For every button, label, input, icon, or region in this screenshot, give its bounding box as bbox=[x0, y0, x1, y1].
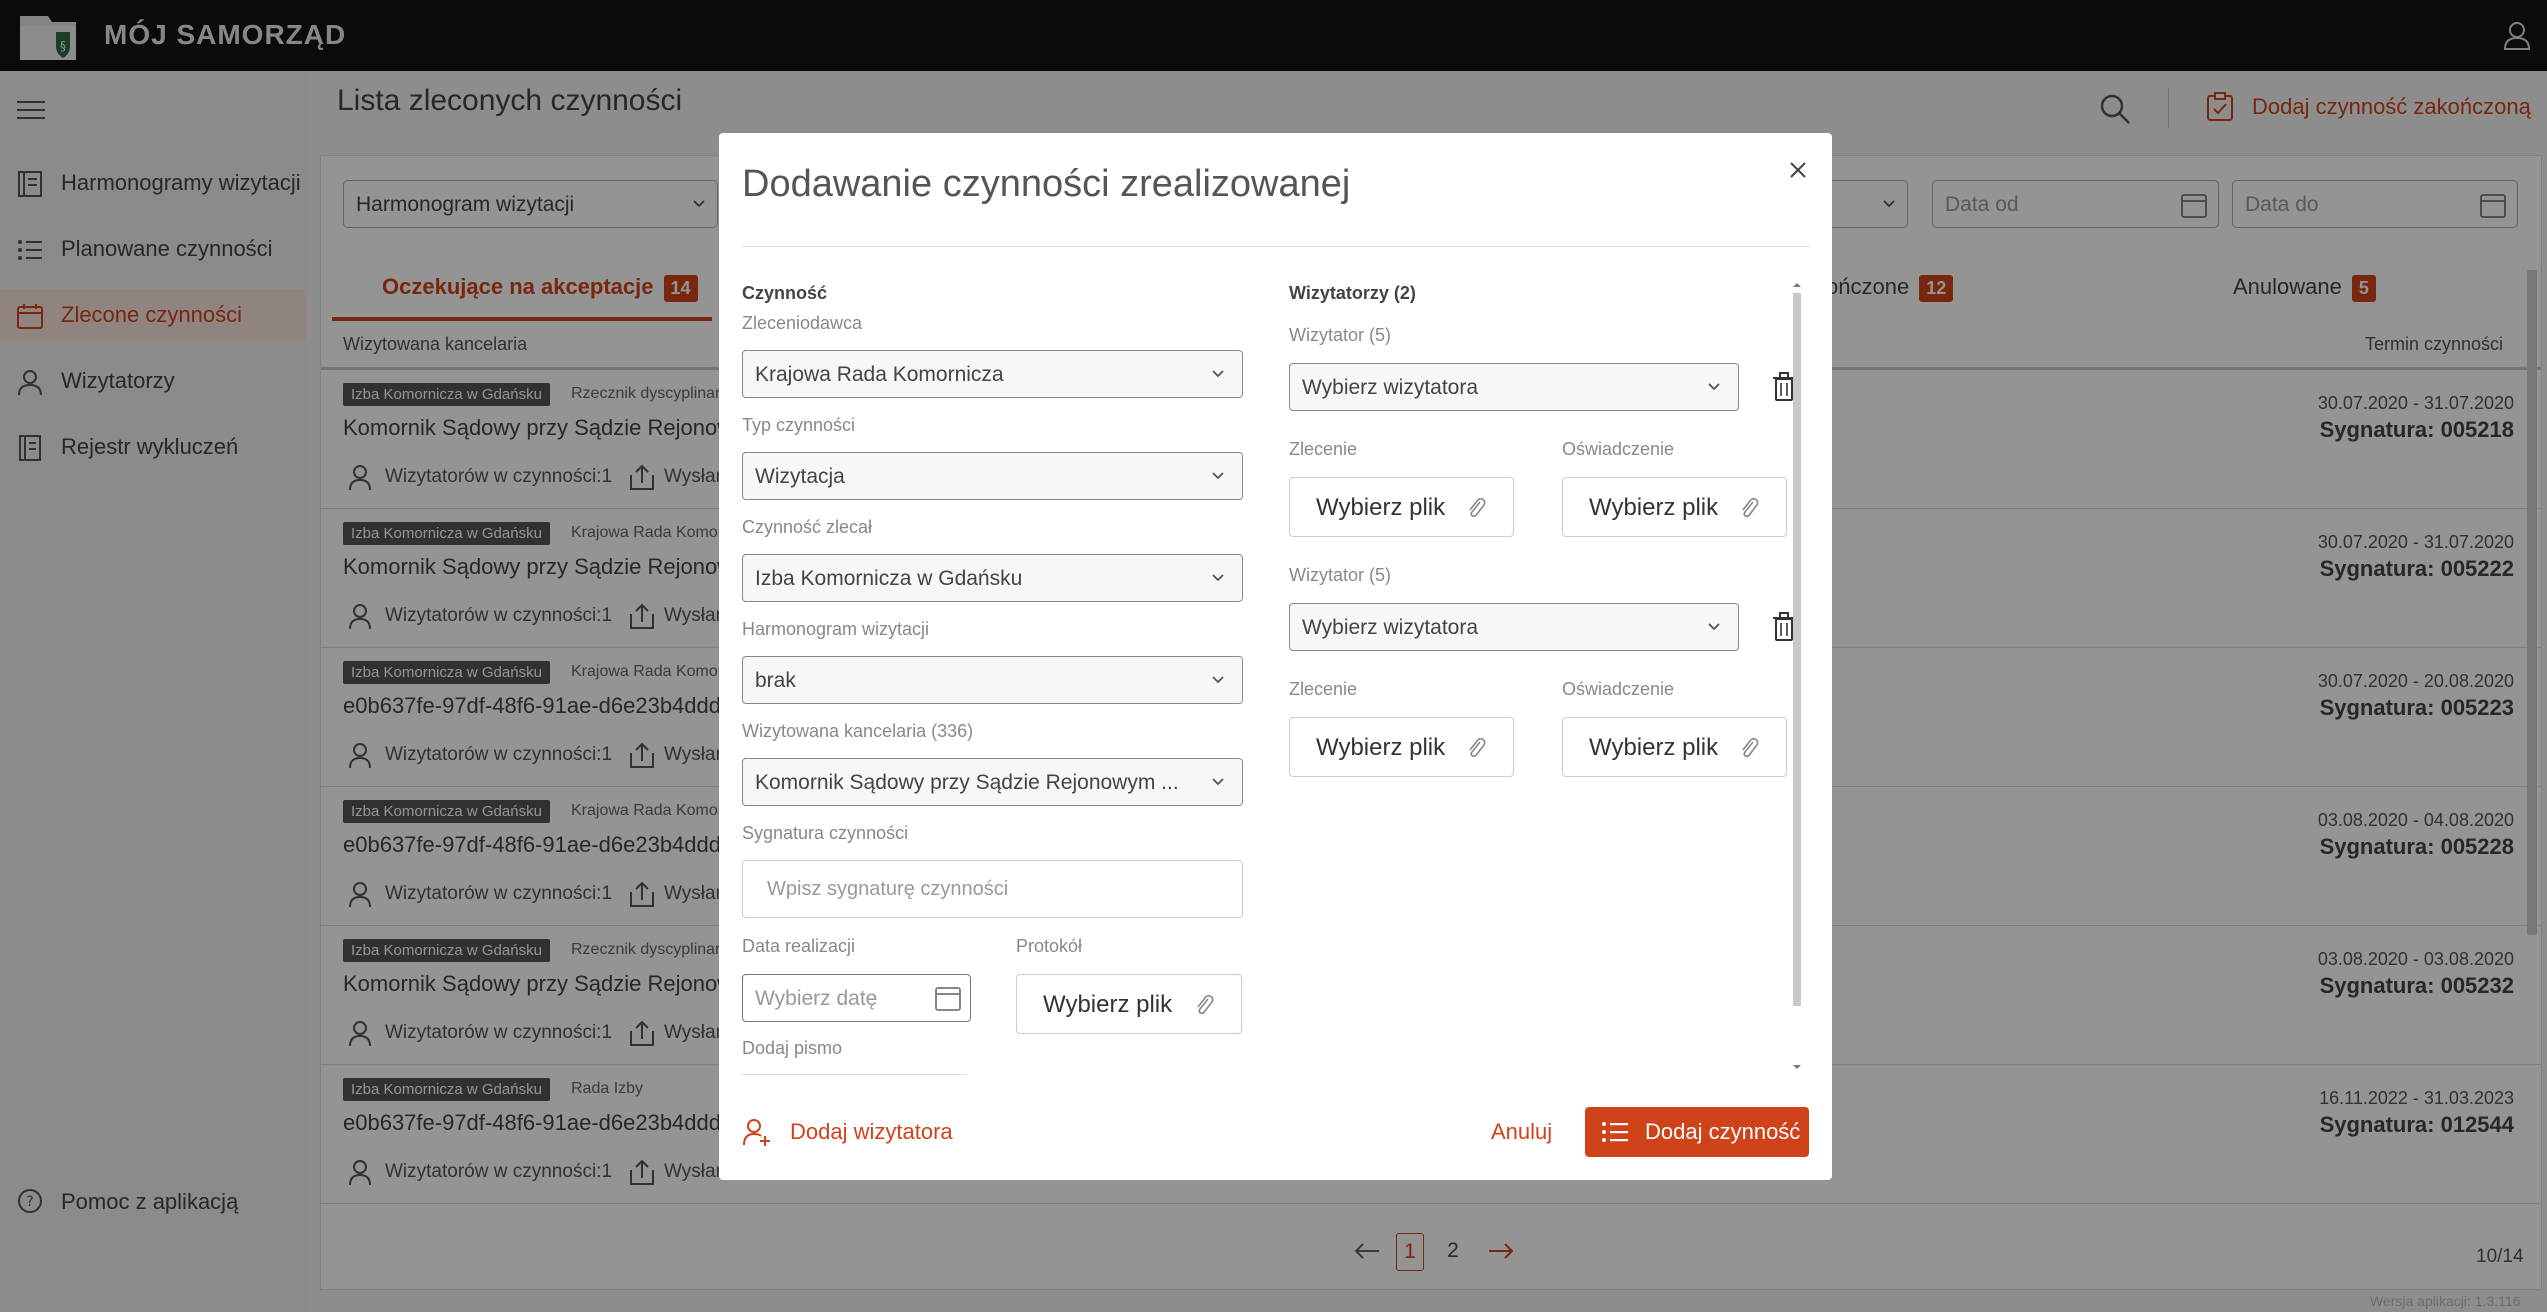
chevron-down-icon bbox=[1708, 383, 1720, 391]
ordered-by-label: Czynność zlecał bbox=[742, 517, 873, 537]
scroll-down-arrow-icon[interactable] bbox=[1793, 1063, 1801, 1071]
ordered-by-value: Izba Komornicza w Gdańsku bbox=[755, 567, 1023, 590]
add-activity-label: Dodaj czynność bbox=[1645, 1119, 1801, 1144]
paperclip-icon bbox=[1469, 497, 1486, 518]
visitor-1-select[interactable]: Wybierz wizytatora bbox=[1289, 363, 1739, 411]
paperclip-icon bbox=[1742, 497, 1759, 518]
visitor-1-order-label: Zlecenie bbox=[1289, 439, 1358, 459]
add-activity-dialog: Dodawanie czynności zrealizowanej Czynno… bbox=[719, 133, 1832, 1180]
principal-value: Krajowa Rada Komornicza bbox=[755, 363, 1004, 386]
visitor-2-statement-file-button[interactable]: Wybierz plik bbox=[1562, 717, 1787, 777]
add-activity-button[interactable]: Dodaj czynność bbox=[1585, 1107, 1809, 1157]
chevron-down-icon bbox=[1212, 778, 1224, 786]
visitor-2-select[interactable]: Wybierz wizytatora bbox=[1289, 603, 1739, 651]
chevron-down-icon bbox=[1212, 676, 1224, 684]
add-visitor-button[interactable]: Dodaj wizytatora bbox=[742, 1117, 953, 1147]
paperclip-icon bbox=[1469, 737, 1486, 758]
dialog-title: Dodawanie czynności zrealizowanej bbox=[742, 163, 1351, 205]
office-value: Komornik Sądowy przy Sądzie Rejonowym ..… bbox=[755, 771, 1179, 794]
visitors-section-title: Wizytatorzy (2) bbox=[1289, 283, 1416, 303]
date-label: Data realizacji bbox=[742, 936, 856, 956]
type-value: Wizytacja bbox=[755, 465, 845, 488]
add-user-icon bbox=[743, 1119, 770, 1146]
calendar-icon[interactable] bbox=[934, 984, 962, 1012]
protocol-file-button[interactable]: Wybierz plik bbox=[1016, 974, 1242, 1034]
file-button-label: Wybierz plik bbox=[1316, 494, 1446, 521]
signature-placeholder: Wpisz sygnaturę czynności bbox=[767, 878, 1009, 900]
list-icon bbox=[1602, 1122, 1628, 1142]
close-icon[interactable] bbox=[1787, 159, 1809, 181]
schedule-select[interactable]: brak bbox=[742, 656, 1243, 704]
chevron-down-icon bbox=[1212, 574, 1224, 582]
signature-label: Sygnatura czynności bbox=[742, 823, 909, 843]
type-label: Typ czynności bbox=[742, 415, 856, 435]
scroll-up-arrow-icon[interactable] bbox=[1793, 281, 1801, 289]
schedule-value: brak bbox=[755, 669, 796, 692]
activity-section-title: Czynność bbox=[742, 283, 828, 303]
file-button-label: Wybierz plik bbox=[1589, 734, 1719, 761]
type-select[interactable]: Wizytacja bbox=[742, 452, 1243, 500]
office-label: Wizytowana kancelaria (336) bbox=[742, 721, 974, 741]
visitor-1-order-file-button[interactable]: Wybierz plik bbox=[1289, 477, 1514, 537]
cancel-button[interactable]: Anuluj bbox=[1491, 1119, 1552, 1145]
visitor-1-label: Wizytator (5) bbox=[1289, 325, 1392, 345]
signature-input[interactable]: Wpisz sygnaturę czynności bbox=[742, 860, 1243, 918]
visitor-2-value: Wybierz wizytatora bbox=[1302, 616, 1479, 639]
principal-select[interactable]: Krajowa Rada Komornicza bbox=[742, 350, 1243, 398]
letter-field-edge bbox=[742, 1074, 967, 1075]
visitor-1-statement-file-button[interactable]: Wybierz plik bbox=[1562, 477, 1787, 537]
paperclip-icon bbox=[1742, 737, 1759, 758]
protocol-label: Protokół bbox=[1016, 936, 1083, 956]
chevron-down-icon bbox=[1212, 370, 1224, 378]
add-visitor-label: Dodaj wizytatora bbox=[790, 1119, 953, 1144]
file-button-label: Wybierz plik bbox=[1316, 734, 1446, 761]
add-letter-label: Dodaj pismo bbox=[742, 1038, 843, 1058]
paperclip-icon bbox=[1197, 994, 1214, 1015]
visitor-2-order-file-button[interactable]: Wybierz plik bbox=[1289, 717, 1514, 777]
schedule-label: Harmonogram wizytacji bbox=[742, 619, 930, 639]
visitor-2-statement-label: Oświadczenie bbox=[1562, 679, 1675, 699]
date-picker-input[interactable]: Wybierz datę bbox=[742, 974, 971, 1022]
date-placeholder: Wybierz datę bbox=[755, 987, 878, 1010]
protocol-file-label: Wybierz plik bbox=[1043, 991, 1173, 1018]
office-select[interactable]: Komornik Sądowy przy Sądzie Rejonowym ..… bbox=[742, 758, 1243, 806]
visitor-1-value: Wybierz wizytatora bbox=[1302, 376, 1479, 399]
visitor-2-label: Wizytator (5) bbox=[1289, 565, 1392, 585]
dialog-divider bbox=[742, 246, 1810, 247]
chevron-down-icon bbox=[1708, 623, 1720, 631]
principal-label: Zleceniodawca bbox=[742, 313, 863, 333]
visitor-2-order-label: Zlecenie bbox=[1289, 679, 1358, 699]
chevron-down-icon bbox=[1212, 472, 1224, 480]
file-button-label: Wybierz plik bbox=[1589, 494, 1719, 521]
ordered-by-select[interactable]: Izba Komornicza w Gdańsku bbox=[742, 554, 1243, 602]
visitor-1-statement-label: Oświadczenie bbox=[1562, 439, 1675, 459]
dialog-scrollbar-thumb[interactable] bbox=[1793, 293, 1801, 1006]
